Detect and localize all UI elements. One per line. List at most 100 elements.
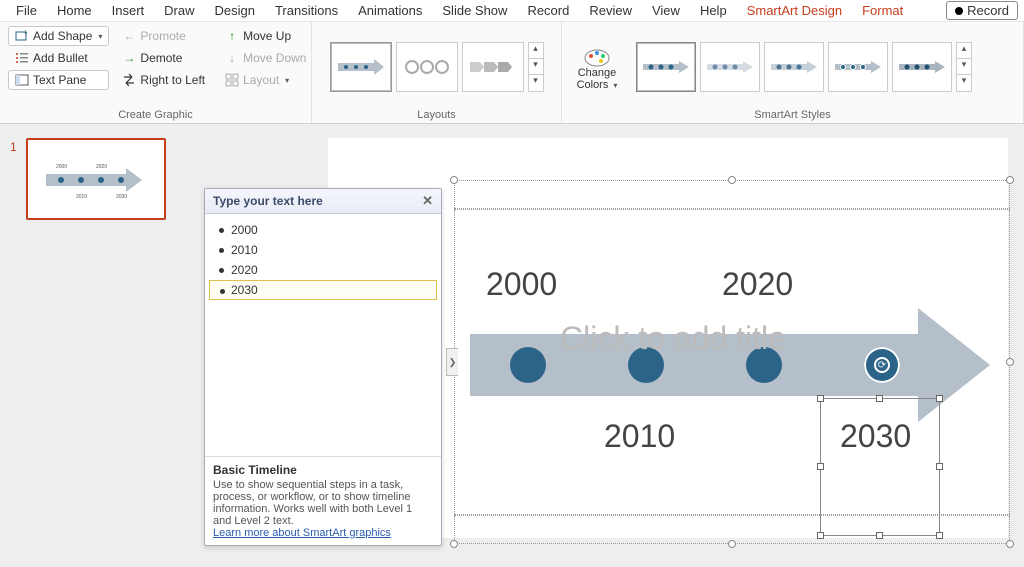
menu-home[interactable]: Home — [47, 1, 102, 20]
resize-handle[interactable] — [876, 395, 883, 402]
change-colors-button[interactable]: Change Colors ▾ — [570, 43, 624, 91]
rotate-handle-icon[interactable]: ⟳ — [874, 357, 890, 373]
gallery-more-icon[interactable]: ▾ — [957, 75, 971, 91]
slide-number: 1 — [10, 140, 17, 154]
ribbon: + Add Shape ▾ Add Bullet Text Pane — [0, 22, 1024, 124]
menu-slideshow[interactable]: Slide Show — [432, 1, 517, 20]
resize-handle[interactable] — [936, 463, 943, 470]
gallery-up-icon[interactable]: ▴ — [529, 43, 543, 59]
text-pane-title: Type your text here — [213, 194, 323, 208]
resize-handle-n[interactable] — [728, 176, 736, 184]
layout-option-1[interactable] — [330, 42, 392, 92]
resize-handle-se[interactable] — [1006, 540, 1014, 548]
text-pane-item[interactable]: 2010 — [209, 240, 437, 260]
menu-animations[interactable]: Animations — [348, 1, 432, 20]
resize-handle-sw[interactable] — [450, 540, 458, 548]
year-label-3[interactable]: 2020 — [722, 266, 793, 303]
arrow-left-icon: ← — [122, 29, 136, 43]
title-placeholder[interactable]: Click to add title — [560, 320, 786, 357]
promote-label: Promote — [140, 29, 185, 43]
right-to-left-button[interactable]: Right to Left — [115, 70, 212, 90]
layout-button[interactable]: Layout ▾ — [218, 70, 313, 90]
year-label-2[interactable]: 2010 — [604, 418, 675, 455]
layouts-gallery-scroll[interactable]: ▴ ▾ ▾ — [528, 42, 544, 92]
menu-bar: File Home Insert Draw Design Transitions… — [0, 0, 1024, 22]
timeline-dot-1[interactable] — [510, 347, 546, 383]
year-label-1[interactable]: 2000 — [486, 266, 557, 303]
record-button-label: Record — [967, 3, 1009, 18]
text-pane-item[interactable]: 2000 — [209, 220, 437, 240]
style-option-5[interactable] — [892, 42, 952, 92]
text-pane-footer: Basic Timeline Use to show sequential st… — [205, 456, 441, 545]
text-pane-toggle-tab[interactable]: ❯ — [446, 348, 458, 376]
gallery-down-icon[interactable]: ▾ — [529, 59, 543, 75]
layouts-group-label: Layouts — [320, 107, 553, 121]
palette-icon — [583, 47, 611, 67]
promote-button[interactable]: ← Promote — [115, 26, 212, 46]
menu-transitions[interactable]: Transitions — [265, 1, 348, 20]
resize-handle-ne[interactable] — [1006, 176, 1014, 184]
record-button[interactable]: Record — [946, 1, 1018, 20]
menu-insert[interactable]: Insert — [102, 1, 155, 20]
style-option-4[interactable] — [828, 42, 888, 92]
slide-thumbnail-1[interactable]: 20002020 20102030 — [26, 138, 166, 220]
shape-selection-box[interactable] — [820, 398, 940, 536]
resize-handle-s[interactable] — [728, 540, 736, 548]
text-pane-button[interactable]: Text Pane — [8, 70, 109, 90]
layout-icon — [225, 73, 239, 87]
menu-format[interactable]: Format — [852, 1, 913, 20]
close-icon[interactable]: ✕ — [422, 193, 433, 209]
move-up-label: Move Up — [243, 29, 291, 43]
text-pane-list[interactable]: 2000 2010 2020 2030 — [205, 214, 441, 456]
move-up-button[interactable]: ↑ Move Up — [218, 26, 313, 46]
learn-more-link[interactable]: Learn more about SmartArt graphics — [213, 527, 391, 539]
add-bullet-button[interactable]: Add Bullet — [8, 48, 109, 68]
styles-gallery-scroll[interactable]: ▴ ▾ ▾ — [956, 42, 972, 92]
menu-draw[interactable]: Draw — [154, 1, 204, 20]
menu-help[interactable]: Help — [690, 1, 737, 20]
ribbon-group-layouts: ▴ ▾ ▾ Layouts — [312, 22, 562, 123]
gallery-more-icon[interactable]: ▾ — [529, 75, 543, 91]
text-pane-icon — [15, 73, 29, 87]
change-colors-label2: Colors ▾ — [577, 79, 618, 91]
resize-handle[interactable] — [936, 395, 943, 402]
add-shape-label: Add Shape — [33, 29, 92, 43]
gallery-down-icon[interactable]: ▾ — [957, 59, 971, 75]
menu-view[interactable]: View — [642, 1, 690, 20]
svg-text:2020: 2020 — [96, 164, 107, 170]
menu-record[interactable]: Record — [517, 1, 579, 20]
add-shape-button[interactable]: + Add Shape ▾ — [8, 26, 109, 46]
resize-handle[interactable] — [817, 532, 824, 539]
smartart-text-pane: Type your text here ✕ 2000 2010 2020 203… — [204, 188, 442, 546]
ribbon-group-styles: Change Colors ▾ — [562, 22, 1024, 123]
resize-handle-nw[interactable] — [450, 176, 458, 184]
menu-smartart-design[interactable]: SmartArt Design — [737, 1, 852, 20]
menu-design[interactable]: Design — [205, 1, 265, 20]
resize-handle[interactable] — [936, 532, 943, 539]
layout-option-2[interactable] — [396, 42, 458, 92]
resize-handle[interactable] — [817, 395, 824, 402]
demote-button[interactable]: → Demote — [115, 48, 212, 68]
layouts-gallery: ▴ ▾ ▾ — [330, 42, 544, 92]
record-dot-icon — [955, 7, 963, 15]
style-option-3[interactable] — [764, 42, 824, 92]
text-pane-item[interactable]: 2020 — [209, 260, 437, 280]
text-pane-item[interactable]: 2030 — [209, 280, 437, 300]
layout-option-3[interactable] — [462, 42, 524, 92]
bullet-list-icon — [15, 51, 29, 65]
style-option-2[interactable] — [700, 42, 760, 92]
timeline-dot-4[interactable]: ⟳ — [864, 347, 900, 383]
resize-handle[interactable] — [876, 532, 883, 539]
arrow-right-icon: → — [122, 51, 136, 65]
move-down-button[interactable]: ↓ Move Down — [218, 48, 313, 68]
menu-review[interactable]: Review — [579, 1, 642, 20]
style-option-1[interactable] — [636, 42, 696, 92]
resize-handle-e[interactable] — [1006, 358, 1014, 366]
text-pane-header[interactable]: Type your text here ✕ — [205, 189, 441, 214]
gallery-up-icon[interactable]: ▴ — [957, 43, 971, 59]
menu-file[interactable]: File — [6, 1, 47, 20]
rtl-icon — [122, 73, 136, 87]
resize-handle[interactable] — [817, 463, 824, 470]
styles-group-label: SmartArt Styles — [570, 107, 1015, 121]
rtl-label: Right to Left — [140, 73, 205, 87]
